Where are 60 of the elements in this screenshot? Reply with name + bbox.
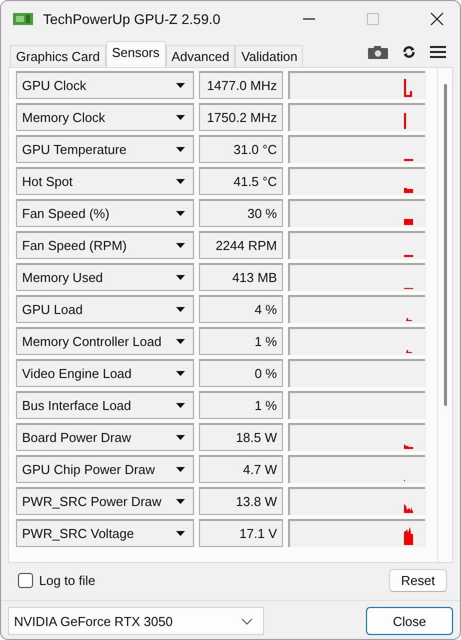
caret-icon: [176, 179, 185, 184]
sensor-value: 4 %: [199, 295, 283, 323]
sensor-value: 31.0 °C: [199, 135, 283, 163]
caret-icon: [176, 435, 185, 440]
chevron-down-icon: [241, 618, 253, 624]
sensor-value: 0 %: [199, 359, 283, 387]
sensor-value: 2244 RPM: [199, 231, 283, 259]
close-icon[interactable]: [430, 12, 444, 26]
sensor-value: 1 %: [199, 327, 283, 355]
caret-icon: [176, 499, 185, 504]
sensor-value: 1 %: [199, 391, 283, 419]
sensor-dropdown[interactable]: Memory Clock: [16, 103, 194, 131]
sensor-value: 4.7 W: [199, 455, 283, 483]
caret-icon: [176, 211, 185, 216]
caret-icon: [176, 403, 185, 408]
sensor-dropdown[interactable]: GPU Clock: [16, 71, 194, 99]
caret-icon: [176, 531, 185, 536]
graphics-card-icon: [13, 12, 33, 26]
caret-icon: [176, 339, 185, 344]
caret-icon: [176, 115, 185, 120]
menu-icon[interactable]: [430, 45, 446, 59]
tab[interactable]: Validation: [235, 45, 304, 67]
sensor-dropdown[interactable]: Fan Speed (%): [16, 199, 194, 227]
sensor-value: 18.5 W: [199, 423, 283, 451]
sensor-dropdown[interactable]: GPU Load: [16, 295, 194, 323]
camera-icon[interactable]: [368, 46, 388, 59]
sensor-dropdown[interactable]: Hot Spot: [16, 167, 194, 195]
caret-icon: [176, 467, 185, 472]
sensor-dropdown[interactable]: Fan Speed (RPM): [16, 231, 194, 259]
sensor-value: 413 MB: [199, 263, 283, 291]
sensor-value: 41.5 °C: [199, 167, 283, 195]
sensor-value: 30 %: [199, 199, 283, 227]
tab[interactable]: Advanced: [166, 45, 236, 67]
close-button[interactable]: Close: [366, 607, 453, 635]
sensor-value: 13.8 W: [199, 487, 283, 515]
tab[interactable]: Graphics Card: [10, 45, 106, 67]
caret-icon: [176, 275, 185, 280]
reset-button[interactable]: Reset: [389, 569, 447, 592]
sensor-dropdown[interactable]: GPU Chip Power Draw: [16, 455, 194, 483]
device-select[interactable]: NVIDIA GeForce RTX 3050: [8, 607, 264, 635]
caret-icon: [176, 307, 185, 312]
sensor-value: 1477.0 MHz: [199, 71, 283, 99]
sensor-value: 17.1 V: [199, 519, 283, 547]
log-to-file-checkbox[interactable]: Log to file: [18, 573, 96, 588]
sensor-dropdown[interactable]: Board Power Draw: [16, 423, 194, 451]
sensor-dropdown[interactable]: Video Engine Load: [16, 359, 194, 387]
sensor-dropdown[interactable]: Memory Used: [16, 263, 194, 291]
sensor-dropdown[interactable]: PWR_SRC Power Draw: [16, 487, 194, 515]
refresh-icon[interactable]: [402, 45, 416, 59]
caret-icon: [176, 83, 185, 88]
sensor-value: 1750.2 MHz: [199, 103, 283, 131]
sensor-dropdown[interactable]: PWR_SRC Voltage: [16, 519, 194, 547]
caret-icon: [176, 371, 185, 376]
sensor-dropdown[interactable]: Bus Interface Load: [16, 391, 194, 419]
sensor-dropdown[interactable]: GPU Temperature: [16, 135, 194, 163]
window-title: TechPowerUp GPU-Z 2.59.0: [43, 11, 220, 27]
sensor-dropdown[interactable]: Memory Controller Load: [16, 327, 194, 355]
caret-icon: [176, 243, 185, 248]
caret-icon: [176, 147, 185, 152]
tab[interactable]: Sensors: [106, 41, 166, 67]
